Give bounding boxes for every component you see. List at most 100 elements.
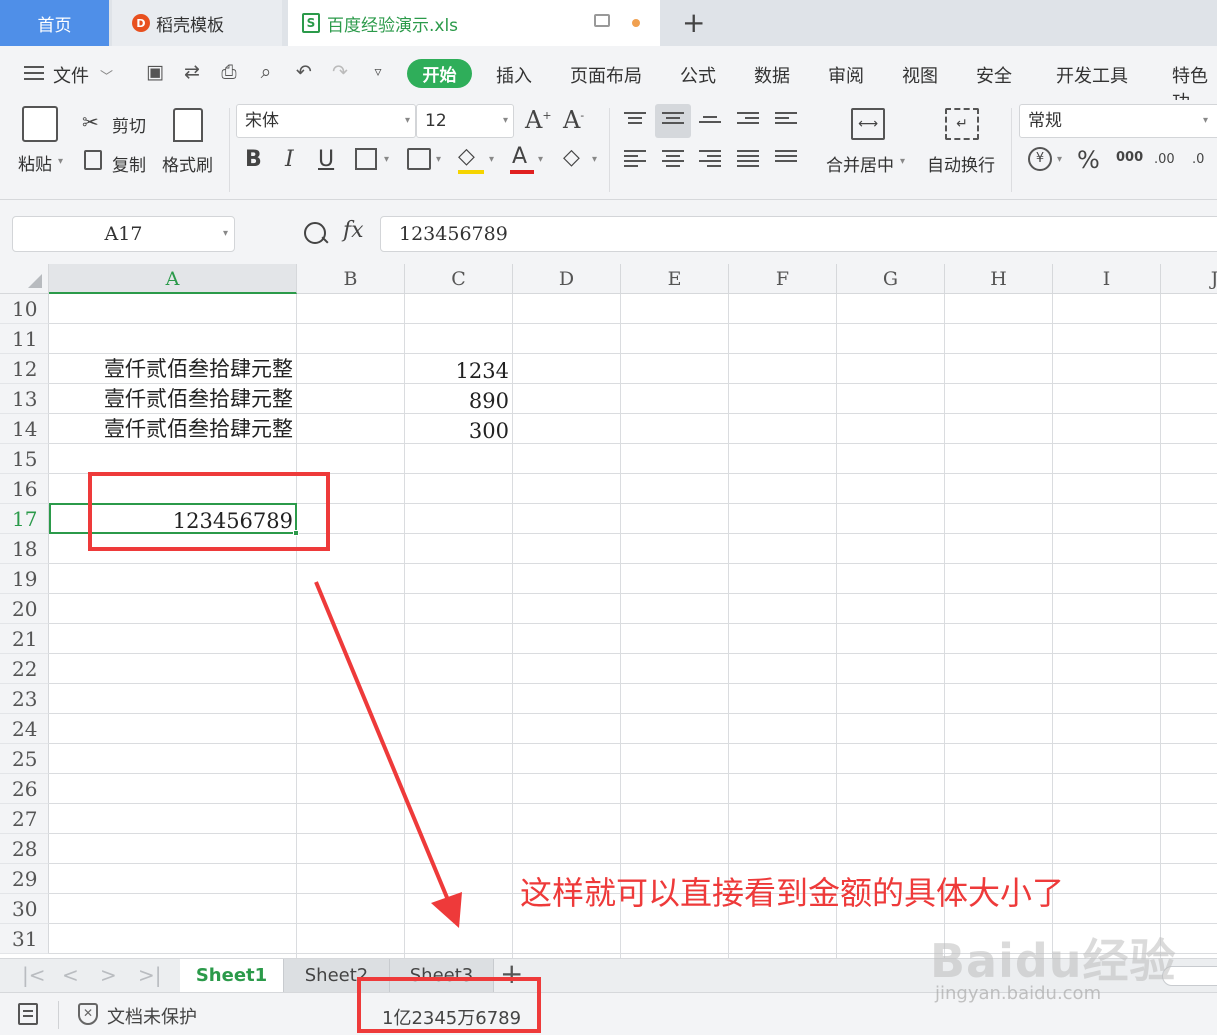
justify-icon[interactable] xyxy=(737,150,759,167)
menu-dev-tools[interactable]: 开发工具 xyxy=(1056,62,1128,88)
tab-templates[interactable]: D 稻壳模板 xyxy=(112,0,282,46)
cell-C13[interactable]: 890 xyxy=(405,386,512,416)
increase-decimal-icon[interactable]: .00 xyxy=(1154,152,1175,167)
menu-formula[interactable]: 公式 xyxy=(680,62,716,88)
row-header-10[interactable]: 10 xyxy=(0,294,49,324)
row-header-27[interactable]: 27 xyxy=(0,804,49,834)
row-header-17[interactable]: 17 xyxy=(0,504,49,534)
underline-icon[interactable]: U xyxy=(318,147,334,172)
row-header-31[interactable]: 31 xyxy=(0,924,49,954)
percent-icon[interactable]: % xyxy=(1077,146,1100,174)
menu-insert[interactable]: 插入 xyxy=(496,62,532,88)
last-sheet-icon[interactable]: >| xyxy=(138,963,162,987)
menu-review[interactable]: 审阅 xyxy=(828,62,864,88)
column-header-B[interactable]: B xyxy=(297,264,405,294)
merge-center-button[interactable]: 合并居中 xyxy=(826,151,894,176)
row-header-16[interactable]: 16 xyxy=(0,474,49,504)
column-header-F[interactable]: F xyxy=(729,264,837,294)
paste-dropdown-icon[interactable]: ▾ xyxy=(58,156,63,167)
column-header-G[interactable]: G xyxy=(837,264,945,294)
select-all-corner[interactable] xyxy=(0,264,49,294)
next-sheet-icon[interactable]: > xyxy=(100,963,117,987)
redo-icon[interactable]: ↷ xyxy=(328,60,352,84)
align-center-icon[interactable] xyxy=(662,150,684,167)
chevron-down-icon[interactable]: ▾ xyxy=(489,154,494,165)
menu-file[interactable]: 文件 xyxy=(53,62,89,88)
format-painter-button[interactable]: 格式刷 xyxy=(162,151,213,176)
row-header-14[interactable]: 14 xyxy=(0,414,49,444)
new-tab-button[interactable]: + xyxy=(682,6,705,39)
row-header-26[interactable]: 26 xyxy=(0,774,49,804)
sheet-tab-1[interactable]: Sheet1 xyxy=(180,959,284,993)
row-header-20[interactable]: 20 xyxy=(0,594,49,624)
menu-start[interactable]: 开始 xyxy=(407,59,472,88)
spreadsheet-grid[interactable]: ABCDEFGHIJ 10 11 12 13 14 15 16 17 18 19 20 21 22 23 2… xyxy=(0,264,1217,958)
row-header-19[interactable]: 19 xyxy=(0,564,49,594)
chevron-down-icon[interactable]: ▾ xyxy=(436,154,441,165)
italic-icon[interactable]: I xyxy=(285,147,294,172)
menu-page-layout[interactable]: 页面布局 xyxy=(570,62,642,88)
column-header-D[interactable]: D xyxy=(513,264,621,294)
scissors-icon[interactable]: ✂ xyxy=(82,110,99,134)
chevron-down-icon[interactable]: ▾ xyxy=(1057,154,1062,165)
column-header-J[interactable]: J xyxy=(1161,264,1217,294)
column-header-I[interactable]: I xyxy=(1053,264,1161,294)
row-header-21[interactable]: 21 xyxy=(0,624,49,654)
align-top-icon[interactable] xyxy=(624,112,646,128)
row-header-30[interactable]: 30 xyxy=(0,894,49,924)
cell-C14[interactable]: 300 xyxy=(405,416,512,446)
wrap-text-icon[interactable]: ↵ xyxy=(945,108,979,140)
decrease-decimal-icon[interactable]: .0 xyxy=(1192,152,1204,167)
chevron-down-icon[interactable]: ▾ xyxy=(592,154,597,165)
align-bottom-icon[interactable] xyxy=(699,116,721,132)
currency-icon[interactable]: ¥ xyxy=(1028,147,1052,171)
row-header-13[interactable]: 13 xyxy=(0,384,49,414)
menu-view[interactable]: 视图 xyxy=(902,62,938,88)
chevron-down-icon[interactable]: ▾ xyxy=(538,154,543,165)
row-header-12[interactable]: 12 xyxy=(0,354,49,384)
merge-center-icon[interactable]: ⟷ xyxy=(851,108,885,140)
column-header-E[interactable]: E xyxy=(621,264,729,294)
save-icon[interactable]: ▣ xyxy=(143,60,167,84)
paste-icon[interactable] xyxy=(22,106,58,142)
eraser-icon[interactable]: ◇ xyxy=(563,145,580,170)
menu-data[interactable]: 数据 xyxy=(754,62,790,88)
monitor-icon[interactable] xyxy=(594,14,610,27)
prev-sheet-icon[interactable]: < xyxy=(62,963,79,987)
font-size-increase-icon[interactable]: A+ xyxy=(525,106,552,134)
borders-icon[interactable] xyxy=(355,148,377,170)
fx-icon[interactable]: fx xyxy=(343,218,364,243)
cell-A14[interactable]: 壹仟贰佰叁拾肆元整 xyxy=(52,414,296,444)
bold-icon[interactable]: B xyxy=(245,147,262,172)
menu-security[interactable]: 安全 xyxy=(976,62,1012,88)
chevron-down-icon[interactable]: ﹀ xyxy=(100,66,113,85)
quick-access-more-icon[interactable]: ▿ xyxy=(366,60,390,84)
protection-status[interactable]: 文档未保护 xyxy=(107,1003,197,1029)
number-format-select[interactable]: 常规 ▾ xyxy=(1019,104,1217,138)
row-header-25[interactable]: 25 xyxy=(0,744,49,774)
row-header-23[interactable]: 23 xyxy=(0,684,49,714)
print-preview-icon[interactable]: ⌕ xyxy=(254,60,278,84)
font-size-select[interactable]: 12 ▾ xyxy=(416,104,514,138)
format-painter-icon[interactable] xyxy=(173,108,203,142)
row-header-22[interactable]: 22 xyxy=(0,654,49,684)
font-size-decrease-icon[interactable]: A- xyxy=(563,106,584,134)
zoom-icon[interactable] xyxy=(304,222,326,244)
tab-file[interactable]: S 百度经验演示.xls xyxy=(288,0,660,46)
column-header-C[interactable]: C xyxy=(405,264,513,294)
document-icon[interactable] xyxy=(18,1003,38,1025)
font-color-icon[interactable]: A xyxy=(512,144,527,169)
cell-style-icon[interactable] xyxy=(407,148,431,170)
row-header-15[interactable]: 15 xyxy=(0,444,49,474)
name-box[interactable]: A17 ▾ xyxy=(12,216,235,252)
column-header-A[interactable]: A xyxy=(49,264,297,294)
paste-button[interactable]: 粘贴 xyxy=(18,150,52,175)
first-sheet-icon[interactable]: |< xyxy=(22,963,46,987)
distribute-icon[interactable] xyxy=(775,150,797,166)
row-header-11[interactable]: 11 xyxy=(0,324,49,354)
row-header-29[interactable]: 29 xyxy=(0,864,49,894)
copy-button[interactable]: 复制 xyxy=(112,151,146,176)
hamburger-icon[interactable] xyxy=(24,66,44,80)
formula-input[interactable]: 123456789 xyxy=(380,216,1217,252)
indent-increase-icon[interactable] xyxy=(775,112,797,128)
